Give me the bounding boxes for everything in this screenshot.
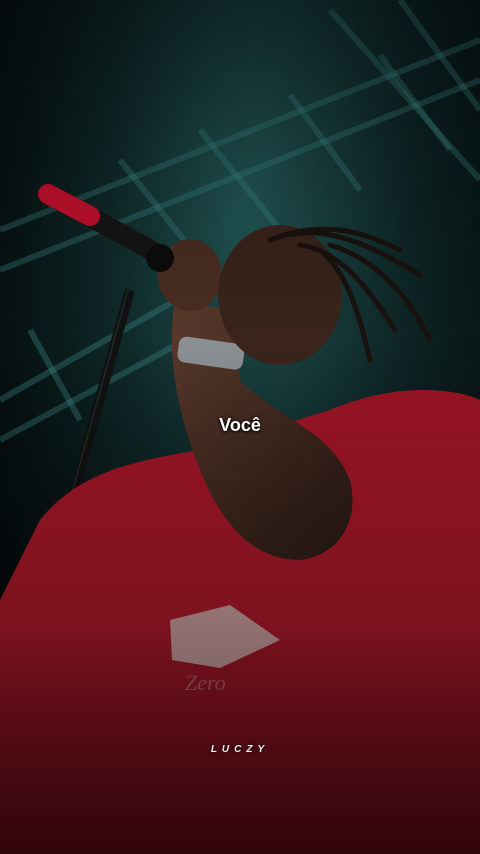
video-frame: Zero Você LUCZY (0, 0, 480, 854)
lyric-caption: Você (219, 415, 261, 435)
watermark-text: LUCZY (210, 744, 270, 755)
